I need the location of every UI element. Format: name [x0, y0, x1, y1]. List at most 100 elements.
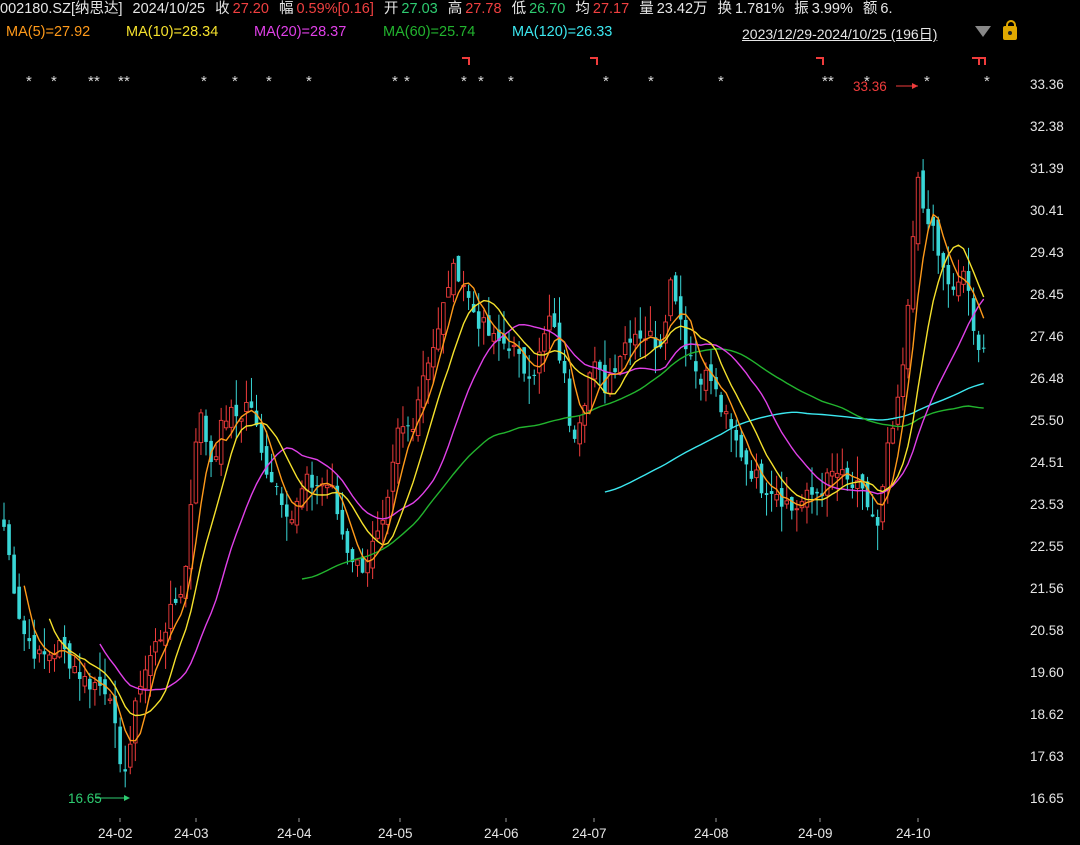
candle-body	[784, 500, 790, 505]
candle-body	[628, 338, 632, 343]
candle-body	[946, 264, 951, 285]
candle-body	[390, 461, 396, 492]
candle-body	[633, 333, 638, 346]
candle-body	[12, 554, 16, 594]
candle-body	[133, 700, 138, 744]
candle-body	[153, 641, 158, 653]
candle-body	[107, 698, 113, 701]
candle-body	[173, 598, 178, 603]
x-tick-label: 24-04	[277, 826, 312, 841]
candle-body	[425, 362, 431, 381]
candle-body	[228, 406, 234, 428]
candle-body	[689, 355, 693, 357]
candle-body	[32, 635, 37, 659]
y-tick-label: 25.50	[1030, 413, 1064, 428]
candle-body	[749, 470, 754, 479]
y-tick-label: 31.39	[1030, 161, 1064, 176]
candle-body	[870, 514, 875, 517]
candle-body	[552, 313, 557, 327]
candle-body	[67, 643, 72, 669]
event-star-icon: *	[124, 73, 130, 90]
candle-body	[926, 208, 930, 225]
candle-body	[815, 491, 819, 494]
candle-body	[279, 493, 284, 505]
y-tick-label: 29.43	[1030, 245, 1064, 260]
candle-body	[790, 497, 794, 511]
candle-body	[719, 394, 723, 413]
candle-body	[204, 415, 208, 442]
candle-body	[582, 405, 588, 426]
candle-body	[829, 470, 835, 477]
candle-body	[2, 519, 6, 527]
candle-body	[57, 640, 62, 658]
candle-body	[385, 496, 391, 525]
candle-body	[213, 456, 219, 461]
y-tick-label: 28.45	[1030, 287, 1064, 302]
y-tick-label: 27.46	[1030, 329, 1064, 344]
candle-body	[577, 422, 582, 445]
candle-body	[395, 427, 401, 464]
event-star-icon: *	[26, 73, 32, 90]
candle-body	[562, 361, 567, 374]
candle-body	[774, 494, 779, 501]
candle-body	[607, 373, 613, 394]
y-tick-label: 17.63	[1030, 749, 1064, 764]
candle-body	[699, 378, 703, 385]
candle-body	[875, 517, 880, 526]
y-tick-label: 26.48	[1030, 371, 1064, 386]
x-tick-label: 24-03	[174, 826, 209, 841]
candle-body	[7, 524, 11, 556]
candle-body	[547, 315, 552, 331]
event-star-icon: *	[603, 73, 609, 90]
event-star-icon: *	[984, 73, 990, 90]
flag-marker-icon	[462, 57, 470, 65]
y-tick-label: 19.60	[1030, 665, 1064, 680]
candle-body	[769, 491, 774, 494]
candle-body	[951, 286, 956, 290]
candle-body	[269, 471, 274, 483]
x-tick-label: 24-05	[378, 826, 413, 841]
candle-body	[981, 347, 986, 349]
candle-body	[244, 401, 249, 412]
candle-body	[542, 333, 547, 352]
event-star-icon: *	[232, 73, 238, 90]
event-star-icon: *	[478, 73, 484, 90]
event-star-icon: *	[404, 73, 410, 90]
y-tick-label: 20.58	[1030, 623, 1064, 638]
candle-body	[613, 368, 617, 373]
candle-body	[850, 484, 855, 488]
candle-body	[976, 334, 981, 351]
candle-body	[794, 508, 800, 511]
y-tick-label: 33.36	[1030, 77, 1064, 92]
y-tick-label: 30.41	[1030, 203, 1064, 218]
candle-body	[158, 639, 163, 642]
candle-body	[310, 474, 314, 488]
candle-body	[885, 442, 891, 491]
candle-body	[259, 423, 264, 453]
event-star-icon: *	[648, 73, 654, 90]
candle-body	[274, 486, 279, 488]
candle-body	[355, 559, 360, 566]
candle-body	[360, 556, 365, 573]
candle-body	[223, 420, 229, 429]
candle-body	[27, 638, 32, 642]
candle-body	[234, 404, 239, 417]
candle-body	[734, 429, 739, 441]
candle-body	[451, 262, 456, 296]
candle-body	[476, 311, 481, 329]
min-arrowhead	[124, 795, 130, 801]
candle-body	[420, 375, 426, 408]
kline-chart[interactable]: 33.36 32.38 31.39 30.41 29.43 28.45 27.46 26.48…	[0, 0, 1080, 845]
x-tick-label: 24-08	[694, 826, 729, 841]
candle-body	[345, 531, 350, 553]
candle-body	[285, 504, 289, 517]
candle-body	[37, 649, 42, 655]
candle-body	[739, 434, 744, 458]
candle-body	[340, 509, 345, 535]
candle-body	[668, 279, 673, 317]
candle-body	[88, 678, 92, 690]
candle-body	[168, 603, 173, 629]
candle-body	[446, 287, 451, 298]
candle-body	[921, 170, 925, 209]
candle-body	[380, 519, 386, 525]
